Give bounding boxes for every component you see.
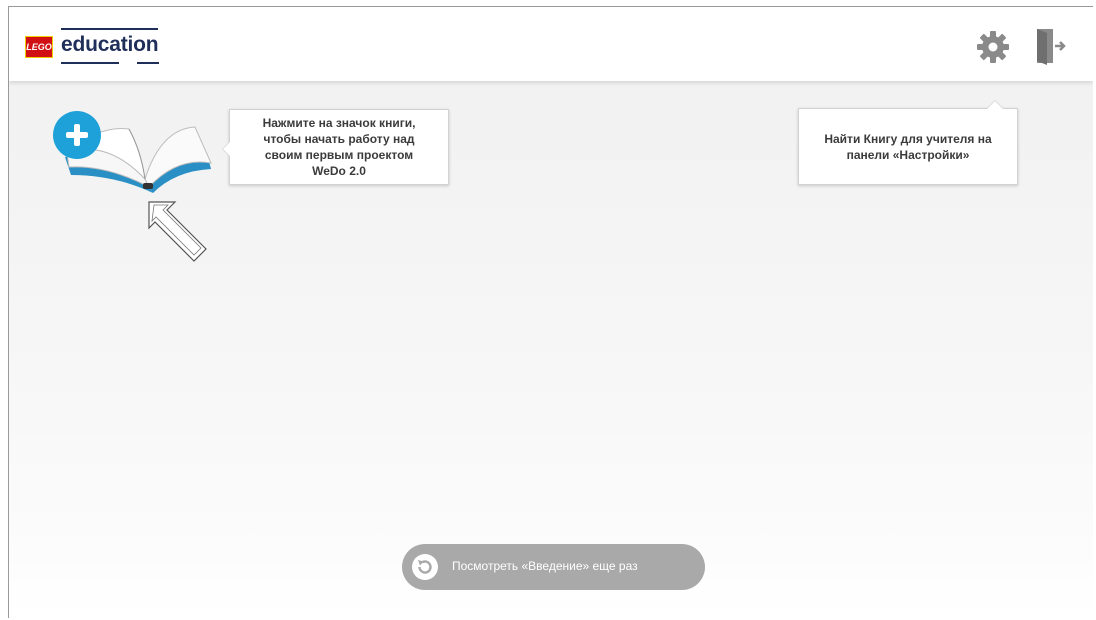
exit-door-icon[interactable] [1033,27,1067,65]
plus-icon[interactable] [53,111,101,159]
gear-icon[interactable] [975,29,1011,65]
book-hint-tooltip: Нажмите на значок книги, чтобы начать ра… [222,109,449,185]
settings-hint-tooltip: Найти Книгу для учителя на панели «Настр… [798,100,1018,185]
replay-intro-button[interactable]: Посмотреть «Введение» еще раз [402,544,705,590]
replay-intro-label: Посмотреть «Введение» еще раз [452,559,638,573]
logo-top-line [61,28,158,30]
logo-wordmark: education [61,33,159,56]
logo-bottom-line-right [137,62,159,64]
logo-bottom-line-left [61,62,119,64]
app-window: LEGO education Нажмите на значок книги, … [8,6,1093,618]
outline-arrow-icon [148,201,207,262]
app-header: LEGO education [9,7,1093,81]
lego-logo-mark: LEGO [25,36,53,58]
replay-icon [412,554,438,580]
